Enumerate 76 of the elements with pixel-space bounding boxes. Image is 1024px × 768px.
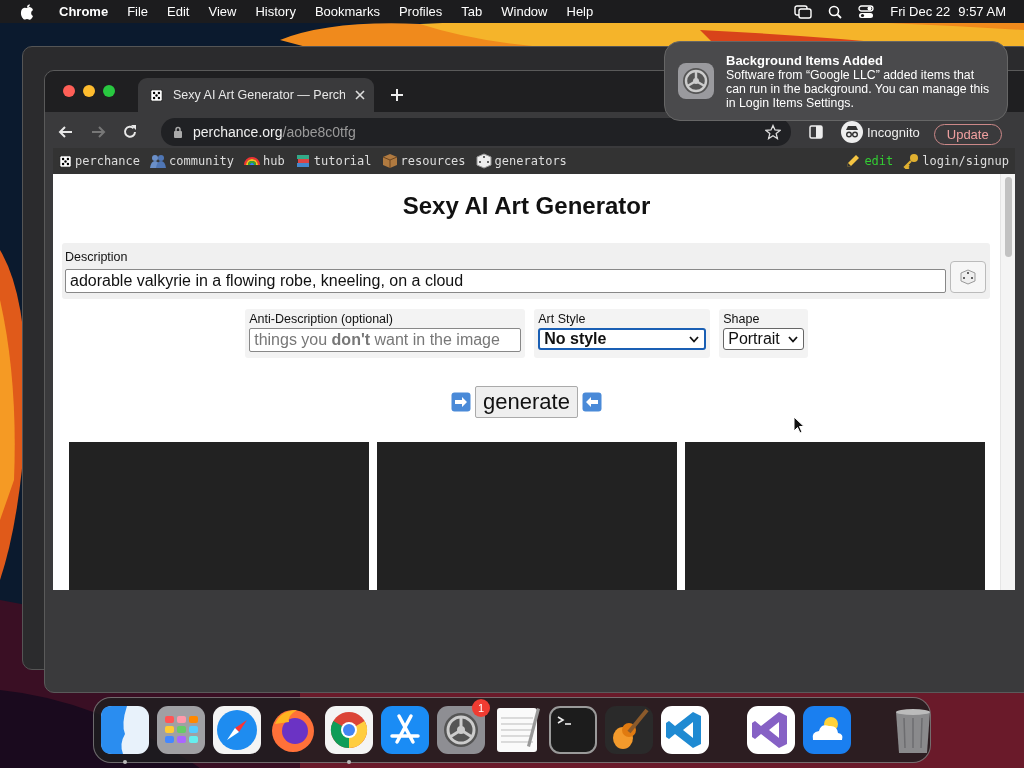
ribbon-logo-icon[interactable] [745,704,797,756]
pencil-icon [845,153,862,169]
incognito-icon [841,121,863,143]
menu-item[interactable]: Bookmarks [314,4,380,19]
nav-link[interactable]: edit [864,154,894,168]
new-tab-icon[interactable] [390,88,404,102]
field-label: Art Style [538,312,587,327]
menu-item[interactable]: Window [501,4,548,19]
two-tone-square-icon[interactable] [99,704,151,756]
lock-icon [173,126,183,138]
chevron-icon [689,335,700,343]
nav-link[interactable]: perchance [75,154,141,168]
browser-tab[interactable]: Sexy AI Art Generator — Perch [138,78,374,112]
time-text[interactable]: 9:57 AM [958,4,1006,19]
gear-icon[interactable] [435,704,487,756]
notification-badge: 1 [472,699,490,717]
notification-title: Background Items Added [726,52,884,68]
star-icon[interactable] [765,124,781,140]
dice-icon [150,88,163,102]
scrollbar[interactable] [1000,174,1015,590]
app-grid-icon[interactable] [155,704,207,756]
field-label: Anti-Description (optional) [249,312,394,327]
nav-link[interactable]: login/signup [922,154,1009,168]
background-items-toast[interactable]: Background Items Added Software from “Google LLC” added items that can run in the background. You can manage this in Login Items Settings. [664,41,1008,121]
nav-link[interactable]: hub [263,154,285,168]
menu-item[interactable]: Profiles [398,4,443,19]
input-field[interactable]: things you don't want in the image [249,328,522,352]
dropdown[interactable]: Portrait [723,328,804,350]
cursor-icon [793,416,805,434]
circular-logo-icon[interactable] [323,704,375,756]
field-label: Shape [723,312,761,327]
menu-item[interactable]: View [208,4,237,19]
gear-icon [677,62,715,100]
date-text[interactable]: Fri Dec 22 [890,4,951,19]
maximize-window-button[interactable] [103,84,115,97]
page-title: Sexy AI Art Generator [401,192,652,220]
dice-icon [960,269,976,285]
apple-icon[interactable] [20,3,34,20]
menu-item[interactable]: Help [566,4,594,19]
menu-item[interactable]: History [255,4,296,19]
terminal-icon[interactable] [547,704,599,756]
search-icon[interactable] [828,4,843,19]
cloud-icon[interactable] [801,704,853,756]
guitar-icon[interactable] [603,704,655,756]
code-editor-icon[interactable] [659,704,711,756]
generate-button[interactable]: generate [475,386,578,418]
field-label: Description [65,250,128,265]
control-center-icon[interactable] [858,4,875,19]
key-icon [903,153,920,169]
menu-item[interactable]: Edit [167,4,190,19]
nav-link[interactable]: tutorial [313,154,372,168]
menu-item[interactable]: Tab [461,4,483,19]
close-window-button[interactable] [63,84,75,97]
dice-icon [475,153,492,169]
menu-item[interactable]: File [127,4,149,19]
menu-item[interactable]: Chrome [59,4,109,19]
rainbow-icon [244,156,261,166]
input-field[interactable]: adorable valkyrie in a flowing robe, kneeling, on a cloud [65,268,946,293]
side-panel-icon[interactable] [809,125,823,139]
dropdown[interactable]: No style [538,328,707,350]
chevron-icon [787,335,798,343]
address-bar[interactable]: perchance.org/aobe8c0tfg [161,118,791,146]
box-icon [381,153,398,169]
books-icon [294,153,311,169]
reload-icon[interactable] [121,123,139,141]
notification-text: Software from “Google LLC” added items that can run in the background. You can manage this in Login Items Settings. [726,67,991,110]
screen-mirroring-icon[interactable] [794,4,813,19]
nav-link[interactable]: resources [400,154,466,168]
profile-label[interactable]: Incognito [867,124,920,140]
nav-link[interactable]: community [169,154,235,168]
close-icon[interactable] [355,90,365,100]
dice-icon [59,154,72,168]
compass-icon[interactable] [211,704,263,756]
people-icon [150,153,167,169]
minimize-window-button[interactable] [83,84,95,97]
nav-link[interactable]: generators [494,154,567,168]
